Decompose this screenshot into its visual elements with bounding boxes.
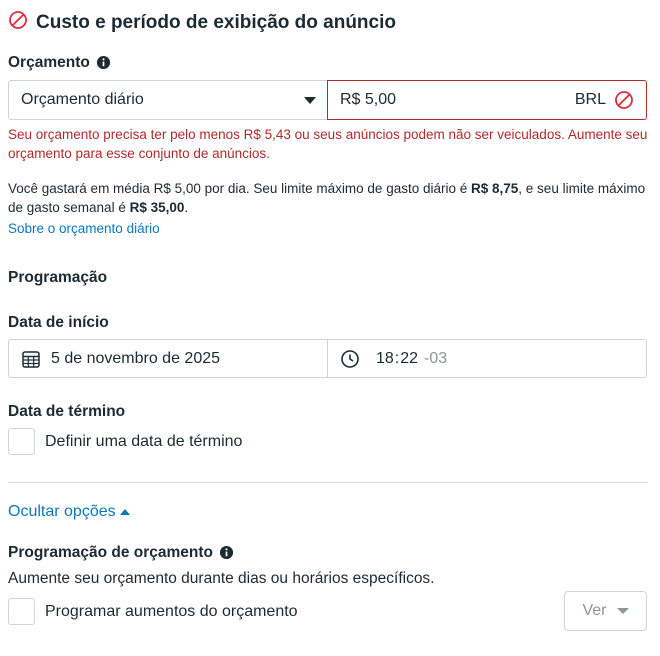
divider [8,482,648,483]
end-date-checkbox-label[interactable]: Definir uma data de término [45,433,242,451]
timezone-offset: -03 [424,349,448,367]
budget-label-row: Orçamento [8,54,111,72]
info-icon[interactable] [96,54,111,72]
prohibited-circle-icon [8,10,28,36]
currency-label: BRL [574,91,606,108]
budget-info-text: Você gastará em média R$ 5,00 por dia. S… [8,179,648,217]
end-date-label: Data de término [8,403,126,420]
budget-error-message: Seu orçamento precisa ter pelo menos R$ … [8,127,648,161]
weekly-max-amount: R$ 35,00 [129,200,185,215]
hide-options-label[interactable]: Ocultar opções [8,503,116,520]
caret-up-icon [119,508,130,515]
end-date-checkbox[interactable] [8,428,35,455]
time-separator: : [394,349,400,367]
time-value-group: 18 : 22 -03 [376,350,447,368]
budget-schedule-checkbox-label[interactable]: Programar aumentos do orçamento [45,603,298,621]
budget-schedule-label: Programação de orçamento [8,544,214,561]
start-date-input[interactable]: 5 de novembro de 2025 [8,339,328,378]
start-minute[interactable]: 22 [400,350,418,368]
daily-max-amount: R$ 8,75 [471,181,519,196]
schedule-heading: Programação [8,269,108,286]
info-part-3: . [184,200,189,215]
start-date-value: 5 de novembro de 2025 [51,349,221,367]
budget-schedule-description: Aumente seu orçamento durante dias ou ho… [8,570,435,587]
section-title: Custo e período de exibição do anúncio [36,12,396,33]
budget-type-select[interactable]: Orçamento diário [8,80,328,120]
calendar-icon [21,349,41,369]
budget-type-value: Orçamento diário [21,91,144,108]
info-part-1: Você gastará em média R$ 5,00 por dia. S… [8,181,471,196]
start-date-label: Data de início [8,314,109,331]
view-button-label: Ver [582,602,607,619]
budget-schedule-checkbox-row[interactable]: Programar aumentos do orçamento [8,598,298,625]
start-time-input[interactable]: 18 : 22 -03 [327,339,647,378]
view-dropdown-button[interactable]: Ver [564,591,647,631]
section-header: Custo e período de exibição do anúncio [8,10,396,36]
budget-label: Orçamento [8,54,90,71]
info-icon[interactable] [219,544,234,562]
budget-amount-input[interactable]: R$ 5,00 BRL [327,80,647,120]
budget-schedule-label-row: Programação de orçamento [8,544,234,562]
hide-options-toggle[interactable]: Ocultar opções [8,503,130,521]
caret-down-icon [304,96,316,104]
budget-schedule-checkbox[interactable] [8,598,35,625]
clock-icon [340,349,360,369]
budget-amount-value: R$ 5,00 [340,91,397,108]
daily-budget-help-link[interactable]: Sobre o orçamento diário [8,221,160,236]
error-prohibited-icon [614,90,634,110]
start-hour[interactable]: 18 [376,350,394,368]
end-date-checkbox-row[interactable]: Definir uma data de término [8,428,242,455]
caret-down-icon [616,608,629,614]
